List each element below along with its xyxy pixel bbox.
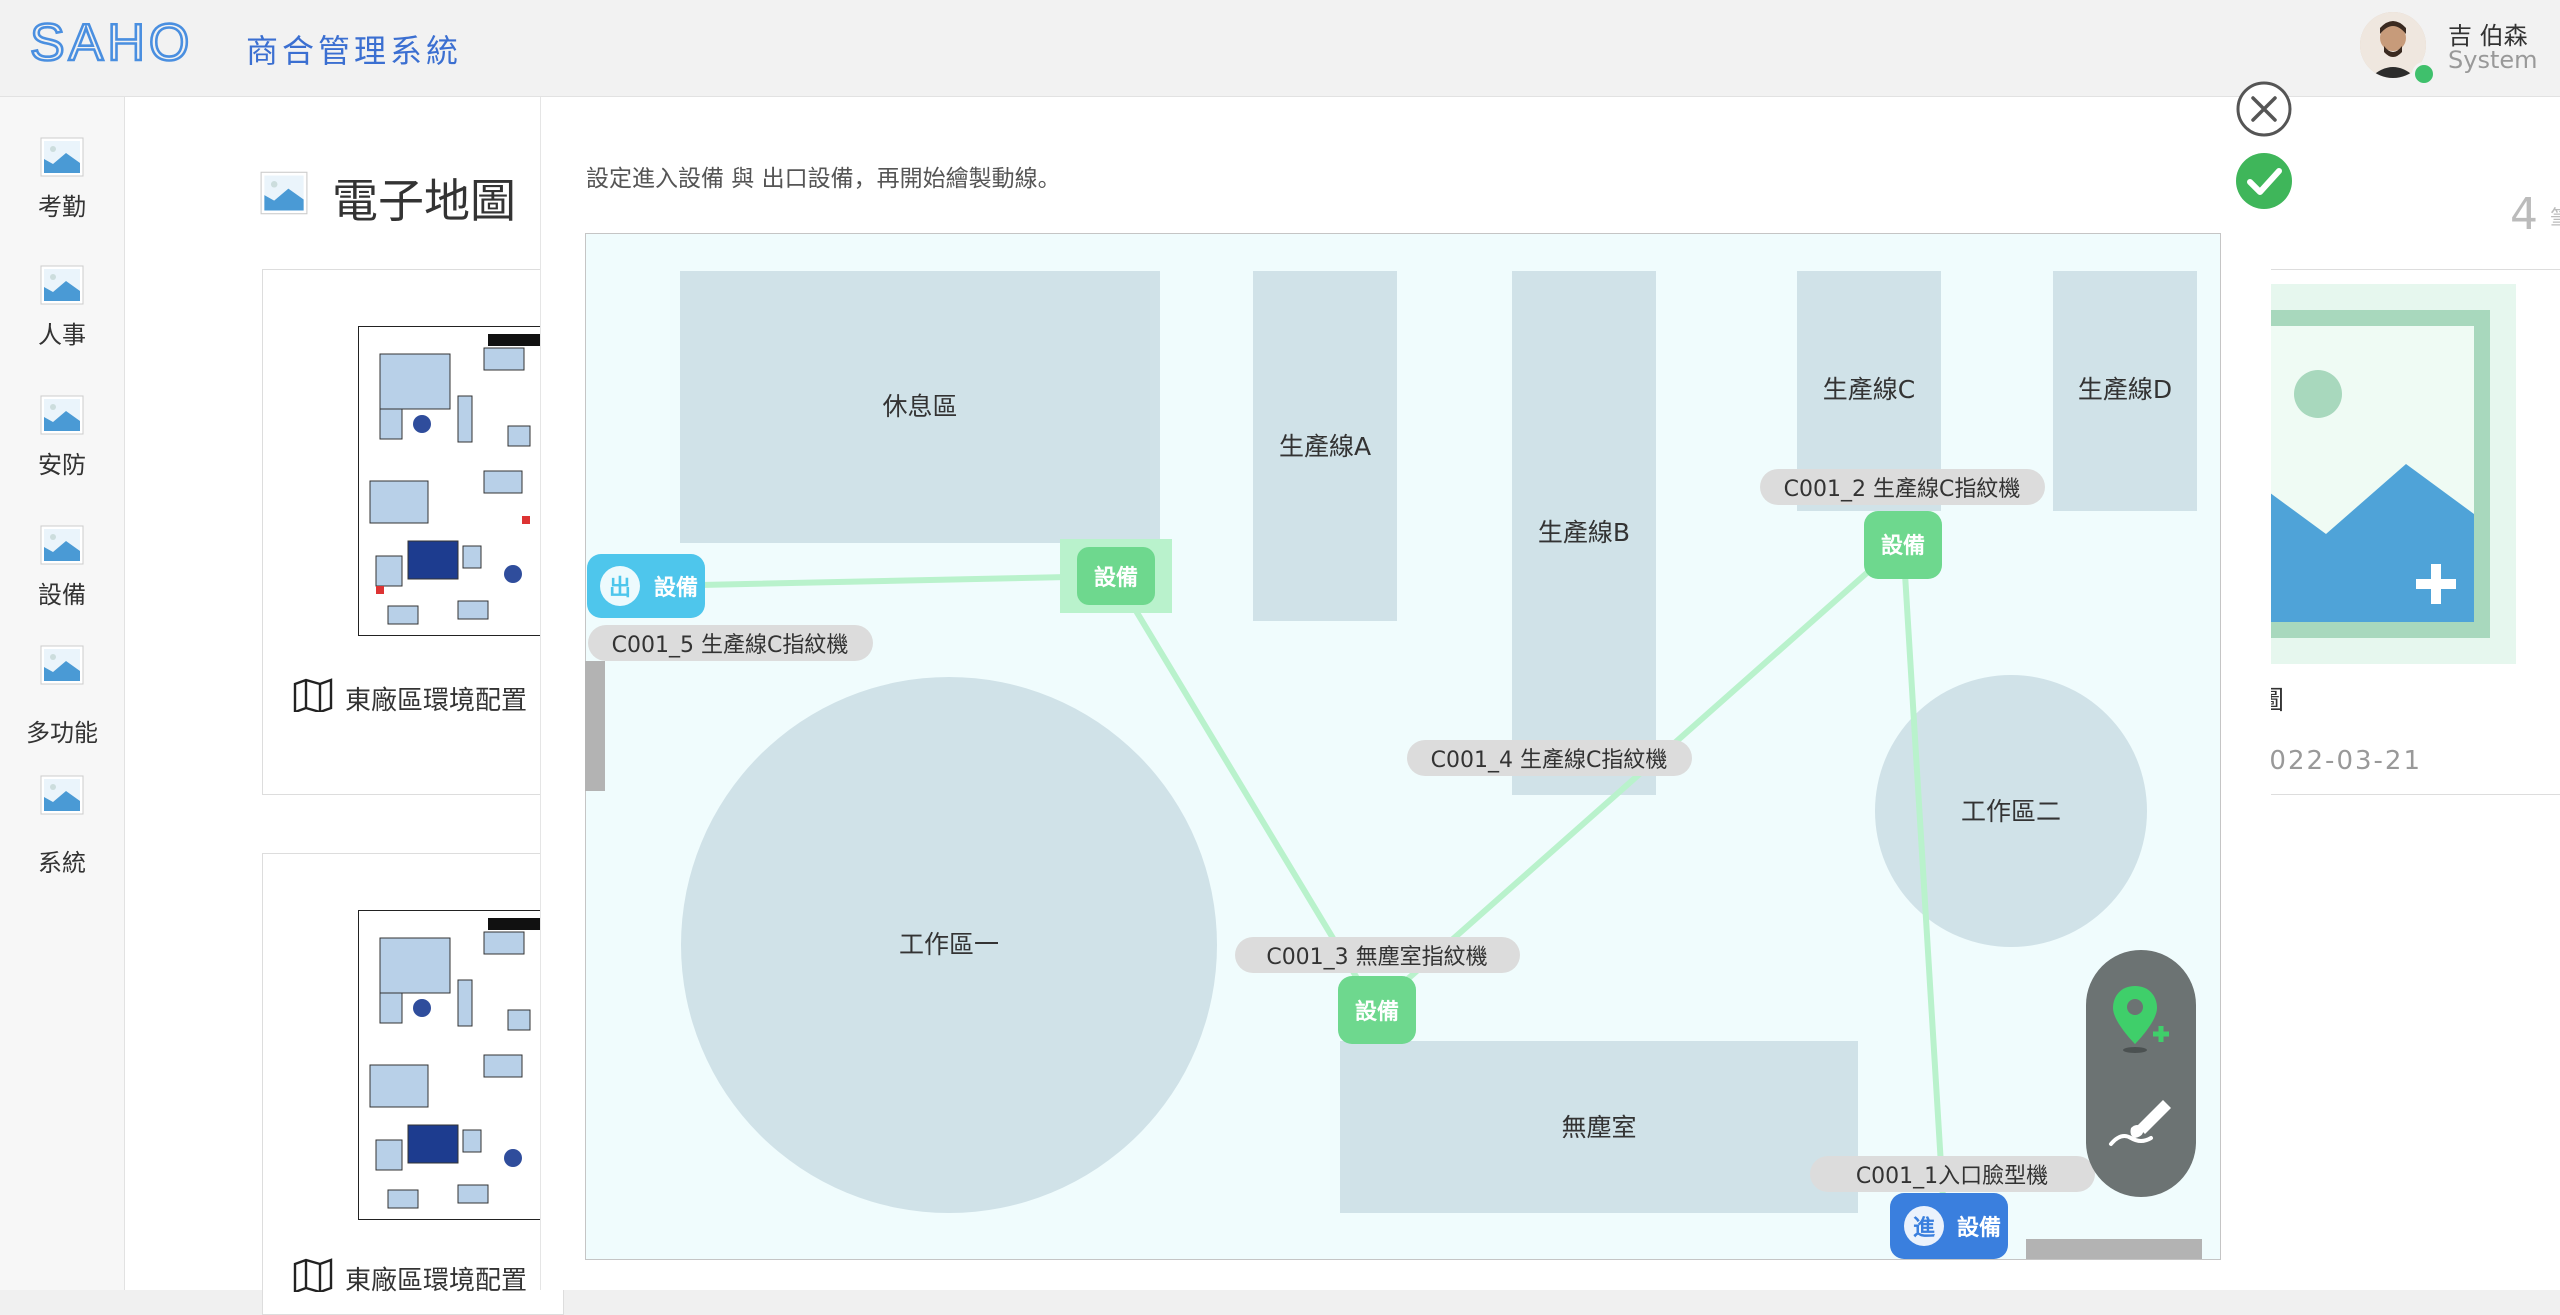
user-role: System (2448, 46, 2538, 74)
exit-device-marker[interactable]: 出 設備 (587, 554, 705, 618)
device-marker[interactable]: 設備 (1338, 976, 1416, 1044)
image-icon (260, 171, 308, 215)
map-tool-panel (2086, 950, 2196, 1197)
floor-map[interactable]: 休息區 生產線A 生產線B 生產線C 生產線D 工作區一 工作區二 無塵室 C0… (585, 233, 2221, 1260)
sidebar: 考勤 人事 安防 設備 多功能 系統 (0, 97, 125, 1290)
sidebar-item-device[interactable]: 設備 (0, 525, 124, 610)
route-editor-modal: 設定進入設備 與 出口設備，再開始繪製動線。 休息區 生產線A 生產線B 生產線… (540, 97, 2271, 1290)
svg-text:C001_1入口臉型機: C001_1入口臉型機 (1856, 1164, 2048, 1189)
sidebar-item-system[interactable]: 系統 (0, 775, 124, 878)
map-thumbnail (358, 326, 563, 636)
zone-label: 生產線D (2078, 375, 2172, 404)
online-status-dot (2412, 62, 2436, 86)
image-icon (40, 265, 84, 305)
sidebar-item-personnel[interactable]: 人事 (0, 265, 124, 350)
card-label: 東廠區環境配置 (345, 1266, 528, 1296)
map-edge-bar (2026, 1239, 2202, 1259)
saho-logo[interactable]: SAHO (30, 18, 220, 68)
record-count: 4 (2510, 189, 2538, 240)
map-thumbnail (358, 910, 563, 1220)
sidebar-item-security[interactable]: 安防 (0, 395, 124, 480)
modal-hint: 設定進入設備 與 出口設備，再開始繪製動線。 (586, 166, 1061, 192)
app-header: SAHO 商合管理系統 吉 伯森 System (0, 0, 2560, 97)
add-location-pin-icon[interactable] (2101, 980, 2181, 1060)
svg-text:C001_2 生產線C指紋機: C001_2 生產線C指紋機 (1784, 477, 2021, 502)
map-edge-bar (585, 661, 605, 791)
draw-route-icon[interactable] (2101, 1082, 2181, 1162)
device-name-pill[interactable]: C001_3 無塵室指紋機 (1235, 937, 1520, 973)
svg-text:C001_5 生產線C指紋機: C001_5 生產線C指紋機 (612, 633, 849, 658)
close-icon[interactable] (2235, 80, 2293, 138)
device-name-pill[interactable]: C001_2 生產線C指紋機 (1760, 469, 2045, 505)
zone-label: 工作區二 (1961, 797, 2061, 826)
image-icon (40, 137, 84, 177)
map-card[interactable]: 東廠區環境配置 (262, 269, 564, 795)
device-marker[interactable]: 設備 (1864, 511, 1942, 579)
svg-text:設備: 設備 (1881, 533, 1925, 559)
map-icon (293, 678, 333, 712)
image-icon (40, 775, 84, 815)
device-name-pill[interactable]: C001_1入口臉型機 (1810, 1156, 2095, 1192)
map-icon (293, 1258, 333, 1292)
confirm-check-icon[interactable] (2235, 152, 2293, 210)
svg-text:設備: 設備 (654, 575, 698, 601)
user-menu[interactable]: 吉 伯森 System (2360, 12, 2560, 86)
image-icon (40, 525, 84, 565)
page-title: 電子地圖 (332, 174, 516, 228)
image-icon (40, 645, 84, 685)
device-name-pill[interactable]: C001_4 生產線C指紋機 (1407, 740, 1692, 776)
map-card[interactable]: 東廠區環境配置 (262, 853, 564, 1315)
svg-text:設備: 設備 (1957, 1215, 2001, 1241)
svg-text:SAHO: SAHO (30, 18, 193, 68)
device-name-pill[interactable]: C001_5 生產線C指紋機 (588, 625, 873, 661)
zone-label: 休息區 (882, 392, 957, 421)
zone-label: 無塵室 (1561, 1113, 1636, 1142)
device-marker-selected[interactable]: 設備 (1060, 539, 1172, 613)
svg-text:進: 進 (1913, 1216, 1935, 1241)
svg-text:出: 出 (609, 576, 631, 601)
zone-label: 工作區一 (899, 930, 999, 959)
zone-label: 生產線A (1279, 432, 1371, 461)
zone-label: 生產線C (1823, 375, 1915, 404)
zone-label: 生產線B (1538, 518, 1630, 547)
image-icon (40, 395, 84, 435)
svg-text:設備: 設備 (1094, 565, 1138, 591)
entry-device-marker[interactable]: 進 設備 (1890, 1193, 2008, 1259)
svg-text:C001_4 生產線C指紋機: C001_4 生產線C指紋機 (1431, 748, 1668, 773)
sidebar-item-multifunction[interactable]: 多功能 (0, 645, 124, 748)
record-count-suffix: 筆 (2550, 201, 2560, 233)
app-title: 商合管理系統 (246, 32, 463, 70)
sidebar-item-attendance[interactable]: 考勤 (0, 137, 124, 222)
svg-text:C001_3 無塵室指紋機: C001_3 無塵室指紋機 (1266, 945, 1487, 970)
card-label: 東廠區環境配置 (345, 686, 528, 716)
svg-text:設備: 設備 (1355, 999, 1399, 1025)
